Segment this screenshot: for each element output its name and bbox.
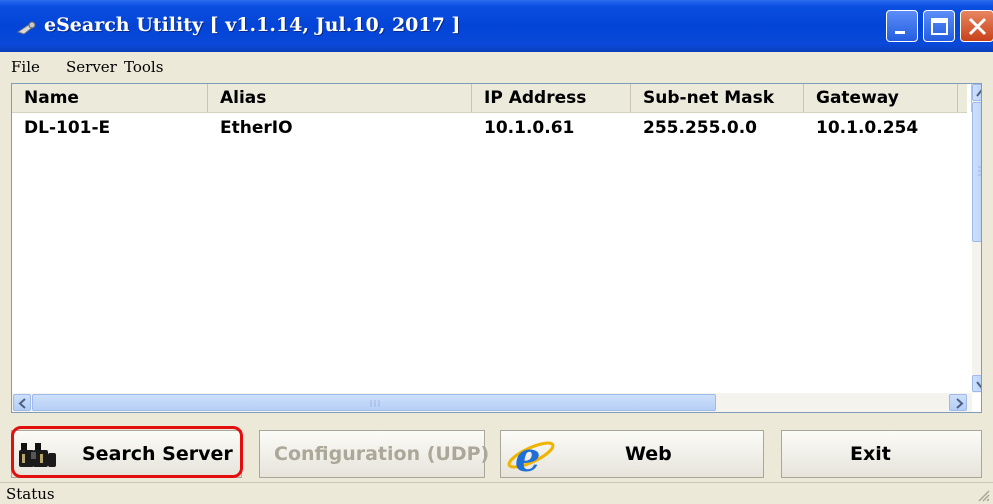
esearch-window: eSearch Utility [ v1.1.14, Jul.10, 2017 … (0, 0, 993, 504)
column-header-subnet-mask[interactable]: Sub-net Mask (631, 84, 804, 112)
svg-text:e: e (515, 434, 540, 476)
scroll-left-button[interactable] (13, 394, 31, 411)
chevron-left-icon (18, 398, 26, 409)
cell-name: DL-101-E (24, 118, 111, 138)
chevron-right-icon (956, 398, 964, 409)
internet-explorer-icon: e (505, 434, 557, 481)
menu-server[interactable]: Server (66, 58, 117, 76)
column-header-ip-address[interactable]: IP Address (472, 84, 631, 112)
chevron-up-icon (976, 89, 981, 97)
menu-tools[interactable]: Tools (124, 58, 163, 76)
minimize-button[interactable] (886, 10, 918, 42)
title-bar[interactable]: eSearch Utility [ v1.1.14, Jul.10, 2017 … (0, 0, 993, 52)
exit-label: Exit (850, 443, 891, 465)
horizontal-scroll-thumb[interactable] (32, 394, 716, 411)
menu-bar: File Server Tools (0, 52, 993, 83)
status-bar: Status (0, 482, 993, 504)
horizontal-scrollbar[interactable] (12, 393, 972, 412)
list-header: Name Alias IP Address Sub-net Mask Gatew… (12, 84, 972, 113)
column-header-gateway[interactable]: Gateway (804, 84, 958, 112)
column-header-name[interactable]: Name (12, 84, 208, 112)
close-button[interactable] (960, 10, 993, 42)
window-title: eSearch Utility [ v1.1.14, Jul.10, 2017 … (44, 14, 461, 36)
column-header-alias[interactable]: Alias (208, 84, 472, 112)
menu-file[interactable]: File (11, 58, 40, 76)
web-label: Web (625, 443, 672, 465)
scroll-right-button[interactable] (949, 394, 967, 411)
scroll-up-button[interactable] (972, 84, 981, 101)
exit-button[interactable]: Exit (781, 430, 982, 478)
status-text: Status (6, 485, 55, 503)
resize-grip-icon[interactable] (976, 487, 990, 504)
highlight-box (11, 426, 243, 478)
web-button[interactable]: e Web (500, 430, 764, 481)
configuration-udp-label: Configuration (UDP) (274, 443, 490, 465)
vertical-scrollbar[interactable] (972, 84, 981, 393)
column-header-overflow (958, 84, 972, 112)
cell-subnet-mask: 255.255.0.0 (643, 118, 758, 138)
maximize-button[interactable] (923, 10, 955, 42)
configuration-udp-button[interactable]: Configuration (UDP) (259, 430, 489, 478)
chevron-down-icon (976, 381, 981, 389)
cell-alias: EtherIO (220, 118, 293, 138)
cell-ip-address: 10.1.0.61 (484, 118, 575, 138)
cell-gateway: 10.1.0.254 (816, 118, 919, 138)
scroll-down-button[interactable] (972, 375, 981, 392)
vertical-scroll-thumb[interactable] (972, 102, 981, 242)
server-list[interactable]: Name Alias IP Address Sub-net Mask Gatew… (11, 83, 982, 413)
app-icon (16, 20, 38, 36)
